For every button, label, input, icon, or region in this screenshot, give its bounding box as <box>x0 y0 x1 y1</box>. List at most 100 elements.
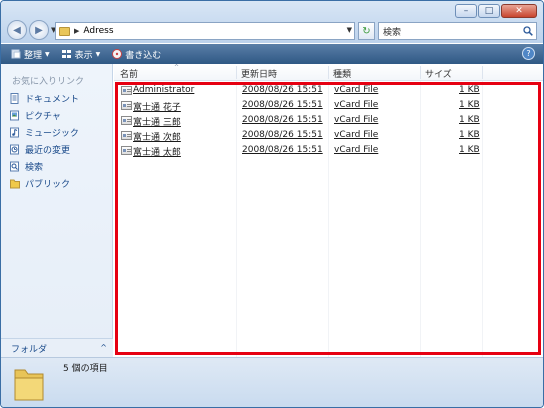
table-row[interactable]: Administrator 2008/08/26 15:51 vCard Fil… <box>114 83 543 98</box>
file-name[interactable]: 富士通 花子 <box>133 100 181 113</box>
title-bar: – □ ✕ ◀ ▶ ▼ ▶ Adress ▼ ↻ 検索 <box>1 1 543 43</box>
address-path[interactable]: Adress <box>83 26 113 36</box>
organize-icon <box>11 49 21 59</box>
maximize-button[interactable]: □ <box>478 4 500 18</box>
table-row[interactable]: 富士通 次郎 2008/08/26 15:51 vCard File 1 KB <box>114 128 543 143</box>
explorer-window: – □ ✕ ◀ ▶ ▼ ▶ Adress ▼ ↻ 検索 整理 ▼ 表示 ▼ 書き… <box>0 0 544 408</box>
column-divider[interactable] <box>482 66 483 79</box>
table-row[interactable]: 富士通 花子 2008/08/26 15:51 vCard File 1 KB <box>114 98 543 113</box>
folder-icon <box>14 369 44 401</box>
minimize-icon: – <box>463 6 469 16</box>
music-icon <box>10 127 19 138</box>
column-header-type[interactable]: 種類 <box>333 67 351 80</box>
column-divider[interactable] <box>236 66 237 79</box>
column-divider[interactable] <box>328 66 329 79</box>
close-button[interactable]: ✕ <box>501 4 537 18</box>
sidebar-item-documents[interactable]: ドキュメント <box>10 92 79 105</box>
table-row[interactable]: 富士通 三郎 2008/08/26 15:51 vCard File 1 KB <box>114 113 543 128</box>
chevron-down-icon: ▼ <box>95 50 101 58</box>
file-size: 1 KB <box>459 130 480 140</box>
vcard-file-icon <box>121 131 132 140</box>
navigation-pane: お気に入りリンク ドキュメント ピクチャ ミュージック 最近の変更 検索 パブリ… <box>1 64 113 357</box>
file-list: ^ 名前 更新日時 種類 サイズ Administrator 2008/08/2… <box>114 64 543 357</box>
file-type: vCard File <box>334 115 379 125</box>
back-button[interactable]: ◀ <box>7 20 27 40</box>
command-toolbar: 整理 ▼ 表示 ▼ 書き込む ? <box>1 44 543 64</box>
column-header-row: ^ 名前 更新日時 種類 サイズ <box>114 64 543 81</box>
help-icon: ? <box>526 49 531 58</box>
sidebar-item-pictures[interactable]: ピクチャ <box>10 109 61 122</box>
views-label: 表示 <box>74 50 93 61</box>
forward-arrow-icon: ▶ <box>35 24 43 36</box>
back-arrow-icon: ◀ <box>13 24 21 36</box>
organize-label: 整理 <box>24 50 43 61</box>
folders-label: フォルダ <box>11 344 48 355</box>
column-header-modified[interactable]: 更新日時 <box>241 67 277 80</box>
file-modified: 2008/08/26 15:51 <box>242 85 323 95</box>
file-size: 1 KB <box>459 145 480 155</box>
sidebar-item-label: 最近の変更 <box>25 146 71 156</box>
vcard-file-icon <box>121 146 132 155</box>
sort-up-icon: ^ <box>174 64 180 71</box>
breadcrumb-arrow-icon[interactable]: ▶ <box>74 27 79 35</box>
search-icon[interactable] <box>523 26 533 36</box>
forward-button[interactable]: ▶ <box>29 20 49 40</box>
table-row[interactable]: 富士通 太郎 2008/08/26 15:51 vCard File 1 KB <box>114 143 543 158</box>
column-header-name[interactable]: 名前 <box>120 67 138 80</box>
sidebar-item-public[interactable]: パブリック <box>10 177 70 190</box>
sidebar-item-music[interactable]: ミュージック <box>10 126 79 139</box>
views-button[interactable]: 表示 ▼ <box>58 46 105 62</box>
sidebar-item-recent[interactable]: 最近の変更 <box>10 143 70 156</box>
sidebar-item-label: ピクチャ <box>25 112 61 122</box>
file-type: vCard File <box>334 85 379 95</box>
refresh-icon: ↻ <box>362 25 371 37</box>
help-button[interactable]: ? <box>522 47 535 60</box>
chevron-down-icon: ▼ <box>45 50 50 58</box>
sidebar-item-label: ドキュメント <box>25 95 80 105</box>
minimize-button[interactable]: – <box>455 4 477 18</box>
organize-button[interactable]: 整理 ▼ <box>7 46 54 62</box>
search-placeholder: 検索 <box>383 27 402 38</box>
refresh-button[interactable]: ↻ <box>358 22 375 40</box>
disc-icon <box>112 49 123 59</box>
file-modified: 2008/08/26 15:51 <box>242 100 323 110</box>
sidebar-item-search[interactable]: 検索 <box>10 160 43 173</box>
column-divider[interactable] <box>420 66 421 79</box>
favorite-links-title: お気に入りリンク <box>12 77 85 87</box>
sidebar-item-label: パブリック <box>25 180 71 190</box>
file-size: 1 KB <box>459 115 480 125</box>
file-size: 1 KB <box>459 100 480 110</box>
column-header-size[interactable]: サイズ <box>425 67 452 80</box>
file-name[interactable]: 富士通 太郎 <box>133 145 181 158</box>
burn-label: 書き込む <box>125 50 162 61</box>
file-modified: 2008/08/26 15:51 <box>242 130 323 140</box>
pictures-icon <box>10 110 19 121</box>
search-input[interactable]: 検索 <box>378 22 537 40</box>
close-icon: ✕ <box>515 6 523 16</box>
file-name[interactable]: 富士通 三郎 <box>133 115 181 128</box>
file-size: 1 KB <box>459 85 480 95</box>
file-type: vCard File <box>334 130 379 140</box>
vcard-file-icon <box>121 116 132 125</box>
file-type: vCard File <box>334 100 379 110</box>
address-dropdown-icon[interactable]: ▼ <box>347 26 352 34</box>
views-icon <box>61 50 71 58</box>
address-bar[interactable]: ▶ Adress ▼ <box>55 22 355 40</box>
file-modified: 2008/08/26 15:51 <box>242 145 323 155</box>
window-controls: – □ ✕ <box>455 4 537 18</box>
documents-icon <box>10 93 19 104</box>
search-icon <box>10 161 19 172</box>
folders-toggle[interactable]: フォルダ ^ <box>1 338 113 357</box>
public-folder-icon <box>10 179 20 189</box>
recent-icon <box>10 144 19 155</box>
file-modified: 2008/08/26 15:51 <box>242 115 323 125</box>
folder-icon <box>59 26 70 36</box>
chevron-up-icon: ^ <box>100 343 107 352</box>
vcard-file-icon <box>121 101 132 110</box>
burn-button[interactable]: 書き込む <box>108 46 165 62</box>
file-type: vCard File <box>334 145 379 155</box>
item-count: 5 個の項目 <box>63 364 108 374</box>
file-name[interactable]: 富士通 次郎 <box>133 130 181 143</box>
file-name[interactable]: Administrator <box>133 85 194 95</box>
nav-buttons: ◀ ▶ ▼ <box>7 20 59 40</box>
